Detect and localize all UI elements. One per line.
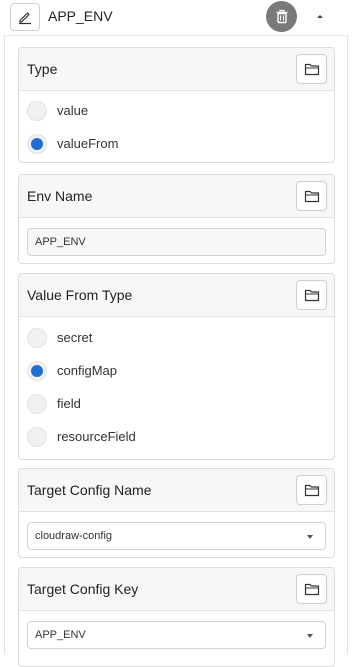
env-name-input[interactable]: APP_ENV	[27, 228, 326, 256]
radio-button[interactable]	[27, 328, 47, 348]
radio-label: value	[57, 103, 89, 118]
target-config-key-select[interactable]: APP_ENV	[27, 621, 326, 649]
type-option-valuefrom[interactable]: valueFrom	[19, 128, 334, 161]
radio-button[interactable]	[27, 427, 47, 447]
env-name-card: Env Name APP_ENV	[18, 174, 335, 264]
value-from-type-folder-button[interactable]	[296, 280, 327, 310]
edit-button[interactable]	[10, 3, 40, 31]
folder-icon	[304, 63, 319, 76]
target-config-name-card-header: Target Config Name	[19, 469, 334, 512]
type-card: Type value valueFrom	[18, 47, 335, 163]
value-from-option-secret[interactable]: secret	[19, 322, 334, 355]
value-from-option-field[interactable]: field	[19, 388, 334, 421]
chevron-up-icon	[317, 15, 323, 18]
pencil-icon	[19, 12, 31, 25]
value-from-type-card: Value From Type secret configMap field r…	[18, 273, 335, 460]
target-config-key-card-header: Target Config Key	[19, 568, 334, 611]
value-from-type-card-header: Value From Type	[19, 274, 334, 317]
dropdown-arrow-icon	[307, 535, 313, 539]
folder-icon	[304, 583, 319, 596]
radio-label: secret	[57, 330, 93, 345]
target-config-name-folder-button[interactable]	[296, 475, 327, 505]
trash-icon	[276, 9, 287, 23]
target-config-key-folder-button[interactable]	[296, 574, 327, 604]
select-value: APP_ENV	[35, 629, 86, 641]
radio-button[interactable]	[27, 361, 47, 381]
radio-label: resourceField	[57, 429, 136, 444]
target-config-key-title: Target Config Key	[27, 581, 139, 597]
type-card-header: Type	[19, 48, 334, 91]
target-config-name-select[interactable]: cloudraw-config	[27, 522, 326, 550]
dropdown-arrow-icon	[307, 634, 313, 638]
folder-icon	[304, 190, 319, 203]
radio-label: field	[57, 396, 81, 411]
radio-label: valueFrom	[57, 136, 119, 151]
select-value: cloudraw-config	[35, 530, 113, 542]
type-option-value[interactable]: value	[19, 95, 334, 128]
env-name-title: Env Name	[27, 188, 93, 204]
target-config-name-card: Target Config Name cloudraw-config	[18, 468, 335, 558]
env-var-title: APP_ENV	[48, 8, 113, 24]
value-from-option-configmap[interactable]: configMap	[19, 355, 334, 388]
folder-icon	[304, 289, 319, 302]
value-from-option-resourcefield[interactable]: resourceField	[19, 421, 334, 454]
target-config-name-title: Target Config Name	[27, 482, 152, 498]
value-from-type-title: Value From Type	[27, 287, 133, 303]
target-config-key-card: Target Config Key APP_ENV	[18, 567, 335, 667]
radio-button[interactable]	[27, 394, 47, 414]
radio-button[interactable]	[27, 101, 47, 121]
radio-button[interactable]	[27, 134, 47, 154]
env-name-card-header: Env Name	[19, 175, 334, 218]
collapse-button[interactable]	[313, 9, 327, 23]
delete-button[interactable]	[266, 1, 297, 32]
radio-label: configMap	[57, 363, 117, 378]
type-title: Type	[27, 61, 58, 77]
env-var-header: APP_ENV	[4, 0, 348, 36]
folder-icon	[304, 484, 319, 497]
env-name-folder-button[interactable]	[296, 181, 327, 211]
type-folder-button[interactable]	[296, 54, 327, 84]
